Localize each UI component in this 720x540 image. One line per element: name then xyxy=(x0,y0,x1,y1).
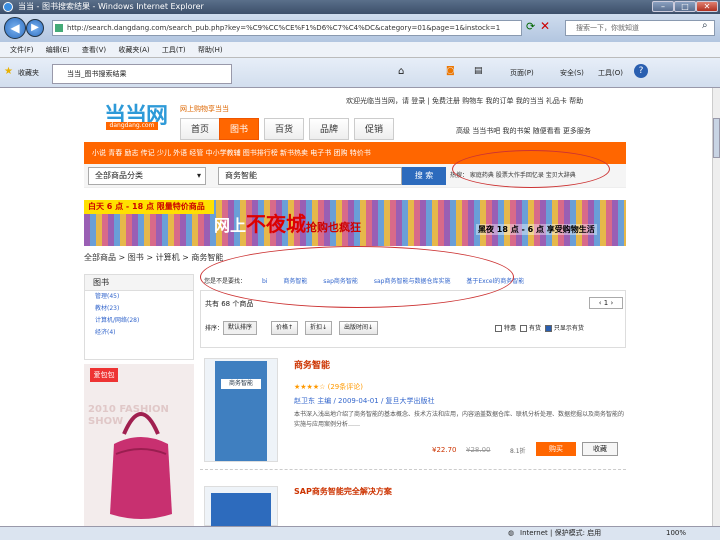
page-icon xyxy=(55,24,63,32)
stop-icon[interactable]: ✕ xyxy=(540,19,550,33)
zone-status: Internet | 保护模式: 启用 xyxy=(520,529,602,537)
sort-label: 排序： xyxy=(205,325,224,332)
breadcrumb[interactable]: 全部商品 > 图书 > 计算机 > 商务智能 xyxy=(84,252,223,263)
minimize-button[interactable]: – xyxy=(652,1,674,12)
panel-title: 图书 xyxy=(85,275,193,291)
site-search-button[interactable]: 搜 索 xyxy=(402,167,446,185)
product-image[interactable] xyxy=(204,486,278,526)
filter-item[interactable]: 教材(23) xyxy=(85,303,193,315)
category-filter-panel: 图书 管理(45) 教材(23) 计算机/网络(28) 经济(4) xyxy=(84,274,194,360)
product-description: 本书深入浅出地介绍了商务智能的基本概念、技术方法和应用，内容涵盖数据仓库、联机分… xyxy=(294,411,625,428)
banner-night-text: 黑夜 18 点 - 6 点 享受购物生活 xyxy=(476,224,597,235)
category-select[interactable]: 全部商品分类 ▾ xyxy=(88,167,206,185)
ad-tag: 爱包包 xyxy=(90,368,118,382)
tab-books[interactable]: 图书 xyxy=(219,118,260,140)
filter-item[interactable]: 管理(45) xyxy=(85,291,193,303)
banner-day-text: 白天 6 点 - 18 点 限量特价商品 xyxy=(84,200,214,214)
sort-discount-button[interactable]: 折扣↓ xyxy=(305,321,333,335)
site-logo-sub: dangdang.com xyxy=(106,122,158,130)
menu-bar: 文件(F) 编辑(E) 查看(V) 收藏夹(A) 工具(T) 帮助(H) xyxy=(0,42,720,58)
handbag-ad[interactable]: 爱包包 2010 FASHION SHOW xyxy=(84,364,194,526)
rss-icon[interactable]: ◙ xyxy=(446,66,455,76)
book-cover-title: 商务智能 xyxy=(221,379,261,389)
sort-default-button[interactable]: 默认排序 xyxy=(223,321,258,335)
right-links[interactable]: 高级 当当书吧 我的书架 随便看看 更多服务 xyxy=(456,126,591,136)
product-old-price: ¥28.00 xyxy=(466,446,491,454)
product-rating[interactable]: ★★★★☆ (29条评论) xyxy=(294,382,363,392)
product-title[interactable]: SAP商务智能完全解决方案 xyxy=(294,486,392,497)
promo-banner[interactable]: 白天 6 点 - 18 点 限量特价商品 网上不夜城抢购也疯狂 黑夜 18 点 … xyxy=(84,200,626,246)
status-bar: ◍ Internet | 保护模式: 启用 100% xyxy=(0,526,720,540)
tab-brands[interactable]: 品牌 xyxy=(309,118,350,140)
browser-tab[interactable]: 当当_图书搜索结果 xyxy=(52,64,232,84)
menu-edit[interactable]: 编辑(E) xyxy=(46,46,70,54)
tab-label: 当当_图书搜索结果 xyxy=(67,70,127,78)
safety-menu[interactable]: 安全(S) xyxy=(560,68,584,78)
book-cover xyxy=(211,493,271,526)
product-image[interactable]: 商务智能 xyxy=(204,358,278,462)
favorite-button[interactable]: 收藏 xyxy=(582,442,618,456)
only-instock-checkbox[interactable] xyxy=(544,325,552,332)
menu-tools[interactable]: 工具(T) xyxy=(162,46,186,54)
product-price: ¥22.70 xyxy=(432,446,457,454)
help-icon[interactable]: ? xyxy=(634,64,648,78)
zoom-level[interactable]: 100% xyxy=(666,527,686,540)
forward-arrow-icon[interactable]: ▶ xyxy=(26,19,44,37)
sort-date-button[interactable]: 出版时间↓ xyxy=(339,321,379,335)
vertical-scrollbar[interactable] xyxy=(712,88,720,526)
site-search-input[interactable]: 商务智能 xyxy=(218,167,402,185)
menu-favorites[interactable]: 收藏夹(A) xyxy=(118,46,149,54)
page-viewport: 当当网 dangdang.com 网上购物享当当 欢迎光临当当网，请 登录 | … xyxy=(0,88,712,526)
handbag-image xyxy=(110,412,172,519)
print-icon[interactable]: ▤ xyxy=(474,66,483,76)
product-card: 商务智能 商务智能 ★★★★☆ (29条评论) 赵卫东 主编 / 2009-04… xyxy=(200,354,626,470)
browser-search-input[interactable]: 搜索一下，你就知道 xyxy=(565,20,715,36)
product-card: SAP商务智能完全解决方案 xyxy=(200,480,626,526)
back-arrow-icon[interactable]: ◀ xyxy=(4,17,26,39)
menu-file[interactable]: 文件(F) xyxy=(10,46,34,54)
product-discount: 8.1折 xyxy=(510,448,526,455)
menu-view[interactable]: 查看(V) xyxy=(82,46,106,54)
window-title: 当当 - 图书搜索结果 - Windows Internet Explorer xyxy=(18,2,204,11)
banner-headline: 网上不夜城抢购也疯狂 xyxy=(214,212,362,236)
top-links[interactable]: 欢迎光临当当网，请 登录 | 免费注册 购物车 我的订单 我的当当 礼品卡 帮助 xyxy=(346,96,583,106)
star-icon[interactable]: ★ xyxy=(4,66,13,77)
annotation-oval xyxy=(200,246,514,308)
close-window-button[interactable]: ✕ xyxy=(696,1,718,12)
product-title[interactable]: 商务智能 xyxy=(294,358,330,371)
favorites-label[interactable]: 收藏夹 xyxy=(18,68,39,78)
chevron-down-icon: ▾ xyxy=(196,171,201,180)
scroll-thumb[interactable] xyxy=(713,118,720,158)
tab-promotions[interactable]: 促销 xyxy=(354,118,395,140)
sort-price-button[interactable]: 价格↑ xyxy=(271,321,299,335)
maximize-button[interactable]: □ xyxy=(674,1,696,12)
filter-item[interactable]: 计算机/网络(28) xyxy=(85,315,193,327)
menu-help[interactable]: 帮助(H) xyxy=(198,46,223,54)
result-count: 共有 68 个商品 xyxy=(205,300,254,308)
filter-item[interactable]: 经济(4) xyxy=(85,327,193,339)
tools-menu[interactable]: 工具(O) xyxy=(598,68,623,78)
site-slogan: 网上购物享当当 xyxy=(180,105,229,113)
home-icon[interactable]: ⌂ xyxy=(398,66,404,77)
globe-icon: ◍ xyxy=(508,529,515,537)
search-icon[interactable]: ⌕ xyxy=(702,20,708,31)
tab-department[interactable]: 百货 xyxy=(264,118,305,140)
ie-logo-icon xyxy=(3,2,13,12)
tab-home[interactable]: 首页 xyxy=(180,118,221,140)
window-title-bar: 当当 - 图书搜索结果 - Windows Internet Explorer xyxy=(0,0,720,14)
buy-button[interactable]: 购买 xyxy=(536,442,576,456)
address-toolbar: ◀ ▶ http://search.dangdang.com/search_pu… xyxy=(0,14,720,42)
pager[interactable]: ‹ 1 › xyxy=(589,297,623,309)
product-meta[interactable]: 赵卫东 主编 / 2009-04-01 / 复旦大学出版社 xyxy=(294,396,435,406)
favorites-bar: ★ 收藏夹 当当_图书搜索结果 ⌂ ◙ ▤ 页面(P) 安全(S) 工具(O) … xyxy=(0,58,720,88)
annotation-oval xyxy=(452,150,610,188)
book-cover: 商务智能 xyxy=(215,361,267,461)
instock-checkbox[interactable] xyxy=(519,325,527,332)
page-menu[interactable]: 页面(P) xyxy=(510,68,534,78)
result-options: 特惠 有货 只显示有货 xyxy=(493,323,584,332)
url-input[interactable]: http://search.dangdang.com/search_pub.ph… xyxy=(52,20,522,36)
special-checkbox[interactable] xyxy=(495,325,502,332)
refresh-icon[interactable]: ⟳ xyxy=(526,20,535,33)
